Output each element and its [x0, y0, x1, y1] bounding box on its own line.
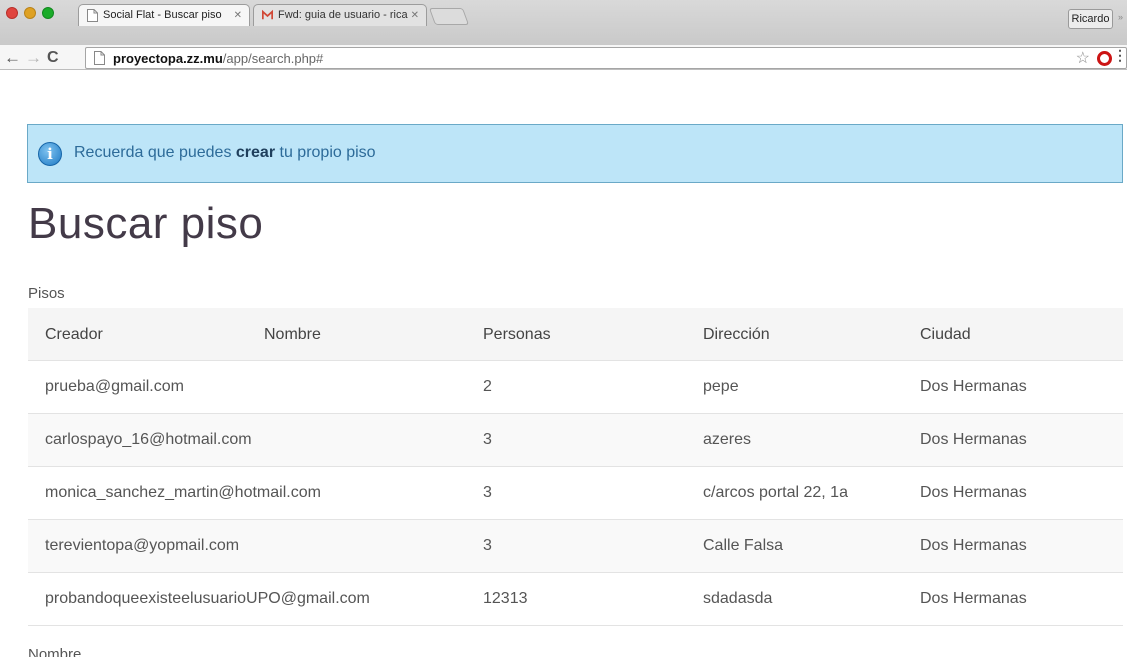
- header-ciudad[interactable]: Ciudad: [920, 326, 971, 344]
- alert-message: Recuerda que puedes crear tu propio piso: [74, 144, 376, 162]
- new-tab-button[interactable]: [428, 8, 470, 25]
- zoom-window-button[interactable]: [42, 7, 54, 19]
- page-icon: [94, 51, 105, 65]
- page-icon: [87, 9, 98, 22]
- page-title: Buscar piso: [28, 199, 264, 248]
- minimize-window-button[interactable]: [24, 7, 36, 19]
- cell-creador: carlospayo_16@hotmail.com: [45, 431, 252, 448]
- section-label-nombre: Nombre: [28, 646, 82, 657]
- info-alert: i Recuerda que puedes crear tu propio pi…: [27, 124, 1123, 183]
- table-row[interactable]: prueba@gmail.com 2 pepe Dos Hermanas: [28, 361, 1123, 414]
- section-label-pisos: Pisos: [28, 285, 65, 302]
- close-window-button[interactable]: [6, 7, 18, 19]
- url-path: /app/search.php#: [222, 51, 324, 66]
- cell-personas: 12313: [483, 590, 528, 607]
- pisos-table: Creador Nombre Personas Dirección Ciudad…: [28, 308, 1123, 626]
- cell-creador: monica_sanchez_martin@hotmail.com: [45, 484, 321, 501]
- cell-personas: 3: [483, 431, 492, 448]
- cell-direccion: Calle Falsa: [703, 537, 784, 554]
- cell-personas: 2: [483, 378, 492, 395]
- alert-text-after: tu propio piso: [275, 144, 376, 161]
- address-bar[interactable]: proyectopa.zz.mu/app/search.php# ☆: [85, 47, 1127, 69]
- header-creador[interactable]: Creador: [45, 326, 103, 344]
- url-host: proyectopa.zz.mu: [113, 51, 223, 66]
- forward-arrow-icon[interactable]: →: [25, 48, 42, 68]
- table-row[interactable]: monica_sanchez_martin@hotmail.com 3 c/ar…: [28, 467, 1123, 520]
- header-personas[interactable]: Personas: [483, 326, 551, 344]
- cell-direccion: sdadasda: [703, 590, 773, 607]
- url-text: proyectopa.zz.mu/app/search.php#: [113, 51, 323, 66]
- profile-button[interactable]: Ricardo: [1068, 9, 1113, 29]
- gmail-icon: [262, 9, 273, 20]
- tab-gmail[interactable]: Fwd: guia de usuario - rica ✕: [253, 4, 427, 26]
- table-row[interactable]: terevientopa@yopmail.com 3 Calle Falsa D…: [28, 520, 1123, 573]
- info-icon: i: [38, 142, 62, 166]
- tab-title: Fwd: guia de usuario - rica: [278, 9, 408, 21]
- cell-ciudad: Dos Hermanas: [920, 590, 1027, 607]
- back-arrow-icon[interactable]: ←: [4, 48, 21, 68]
- cell-direccion: pepe: [703, 378, 739, 395]
- cell-ciudad: Dos Hermanas: [920, 431, 1027, 448]
- opera-extension-icon[interactable]: [1097, 51, 1112, 66]
- menu-icon[interactable]: ⋮: [1113, 47, 1127, 64]
- cell-creador: terevientopa@yopmail.com: [45, 537, 240, 554]
- cell-personas: 3: [483, 484, 492, 501]
- browser-toolbar: ← → C proyectopa.zz.mu/app/search.php# ☆…: [0, 45, 1127, 70]
- reload-icon[interactable]: C: [47, 49, 59, 67]
- tab-title: Social Flat - Buscar piso: [103, 9, 222, 21]
- cell-ciudad: Dos Hermanas: [920, 537, 1027, 554]
- close-icon[interactable]: ✕: [411, 5, 419, 26]
- bookmark-star-icon[interactable]: ☆: [1076, 48, 1090, 68]
- cell-ciudad: Dos Hermanas: [920, 484, 1027, 501]
- cell-direccion: azeres: [703, 431, 752, 448]
- close-icon[interactable]: ✕: [234, 5, 242, 26]
- table-row[interactable]: probandoqueexisteelusuarioUPO@gmail.com …: [28, 573, 1123, 626]
- table-row[interactable]: carlospayo_16@hotmail.com 3 azeres Dos H…: [28, 414, 1123, 467]
- create-link[interactable]: crear: [236, 144, 275, 161]
- cell-creador: prueba@gmail.com: [45, 378, 184, 395]
- profile-overflow-icon: »: [1118, 12, 1124, 22]
- cell-ciudad: Dos Hermanas: [920, 378, 1027, 395]
- header-direccion[interactable]: Dirección: [703, 326, 770, 344]
- cell-creador: probandoqueexisteelusuarioUPO@gmail.com: [45, 590, 370, 607]
- cell-personas: 3: [483, 537, 492, 554]
- tab-social-flat[interactable]: Social Flat - Buscar piso ✕: [78, 4, 250, 26]
- alert-text-before: Recuerda que puedes: [74, 144, 236, 161]
- tab-strip: Social Flat - Buscar piso ✕ Fwd: guia de…: [0, 0, 1127, 45]
- header-nombre[interactable]: Nombre: [264, 326, 321, 344]
- cell-direccion: c/arcos portal 22, 1a: [703, 484, 848, 501]
- table-header: Creador Nombre Personas Dirección Ciudad: [28, 308, 1123, 361]
